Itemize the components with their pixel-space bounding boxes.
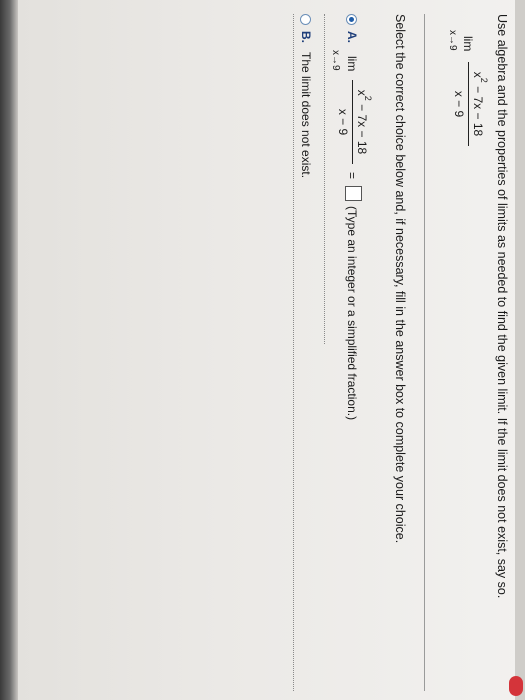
notification-badge [509, 676, 523, 696]
choice-a-numerator: x2 − 7x − 18 [355, 80, 373, 164]
screen: Use algebra and the properties of limits… [18, 0, 525, 700]
choice-a-limit-word: lim [345, 56, 359, 72]
choice-a-numerator-rest: − 7x − 18 [355, 100, 369, 155]
fraction-bar [468, 62, 469, 146]
choice-a-hint: (Type an integer or a simplified fractio… [345, 206, 359, 421]
numerator-rest: − 7x − 18 [471, 82, 485, 137]
answer-input[interactable] [345, 186, 362, 201]
photo-bezel [0, 0, 18, 700]
choice-a-radio[interactable] [346, 14, 357, 25]
choice-b-letter: B. [299, 31, 313, 43]
choice-a-denominator: x − 9 [336, 108, 350, 136]
choice-a-fraction-bar [352, 80, 353, 164]
choice-b-underline [293, 14, 294, 691]
choice-b-text[interactable]: The limit does not exist. [299, 52, 313, 178]
question-limit-word: lim [461, 36, 475, 52]
choice-a-fraction: x2 − 7x − 18 x − 9 [336, 80, 373, 164]
choice-a-underline [324, 14, 325, 344]
choice-a-equals: = [345, 172, 359, 180]
choice-a-limit-sub: x→9 [330, 50, 341, 71]
question-divider [424, 14, 425, 691]
question-instruction: Use algebra and the properties of limits… [495, 14, 509, 599]
question-denominator: x − 9 [452, 90, 466, 118]
choice-b-radio[interactable] [300, 14, 311, 25]
question-fraction: x2 − 7x − 18 x − 9 [452, 62, 489, 146]
question-limit-sub: x→9 [447, 30, 458, 51]
screen-top-edge [515, 0, 525, 700]
question-numerator: x2 − 7x − 18 [471, 62, 489, 146]
choice-prompt: Select the correct choice below and, if … [393, 14, 407, 544]
choice-a-letter: A. [345, 31, 359, 43]
